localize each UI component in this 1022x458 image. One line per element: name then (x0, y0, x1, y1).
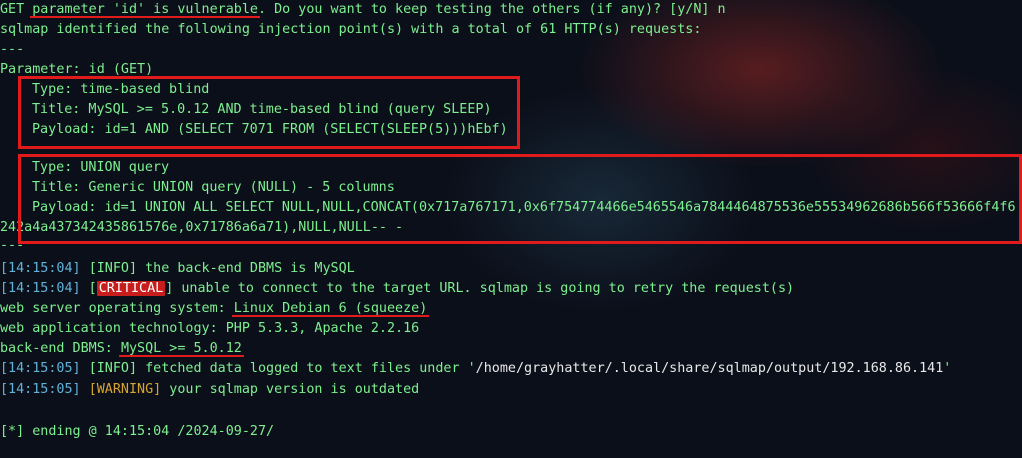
timestamp: [14:15:04] (0, 281, 81, 296)
tech-line: web application technology: PHP 5.3.3, A… (0, 321, 420, 336)
timestamp: [14:15:05] (0, 361, 81, 376)
log-line: [14:15:05] [INFO] fetched data logged to… (0, 359, 951, 379)
separator: --- (0, 42, 25, 57)
log-message: your sqlmap version is outdated (161, 382, 420, 397)
os-label: web server operating system: (0, 301, 234, 316)
log-message: unable to connect to the target URL. sql… (173, 281, 795, 296)
prompt-question: . Do you want to keep testing the others… (257, 2, 726, 17)
log-message: fetched data logged to text files under … (137, 361, 476, 376)
time-based-type: Type: time-based blind (32, 82, 210, 97)
time-based-title: Title: MySQL >= 5.0.12 AND time-based bl… (32, 102, 492, 117)
critical-tag: CRITICAL (96, 281, 166, 296)
parameter-heading: Parameter: id (GET) (0, 62, 154, 77)
dbms-highlight: MySQL >= 5.0.12 (120, 341, 242, 356)
dbms-label: back-end DBMS: (0, 341, 121, 356)
warning-tag: [WARNING] (88, 382, 162, 397)
log-line: [14:15:04] [INFO] the back-end DBMS is M… (0, 259, 355, 279)
log-message: the back-end DBMS is MySQL (137, 261, 355, 276)
time-based-payload: Payload: id=1 AND (SELECT 7071 FROM (SEL… (32, 122, 508, 137)
log-line: [14:15:04] [CRITICAL] unable to connect … (0, 281, 795, 296)
timestamp: [14:15:04] (0, 261, 81, 276)
union-type: Type: UNION query (32, 160, 170, 175)
prompt-line: GET parameter 'id' is vulnerable. Do you… (0, 0, 726, 20)
info-tag: [INFO] (88, 361, 138, 376)
text-get: GET (0, 2, 33, 17)
ending-line: [*] ending @ 14:15:04 /2024-09-27/ (0, 424, 275, 439)
dbms-line: back-end DBMS: MySQL >= 5.0.12 (0, 339, 242, 359)
quote-end: ' (943, 361, 952, 376)
log-line: [14:15:05] [WARNING] your sqlmap version… (0, 380, 419, 400)
os-highlight: Linux Debian 6 (squeeze) (233, 301, 428, 316)
output-path: /home/grayhatter/.local/share/sqlmap/out… (475, 361, 944, 376)
os-line: web server operating system: Linux Debia… (0, 299, 427, 319)
timestamp: [14:15:05] (0, 382, 81, 397)
injection-summary: sqlmap identified the following injectio… (0, 22, 702, 37)
vulnerable-param-highlight: parameter 'id' is vulnerable (32, 2, 258, 17)
union-title: Title: Generic UNION query (NULL) - 5 co… (32, 180, 395, 195)
union-payload-continuation: 242a4a437342435861576e,0x71786a6a71),NUL… (0, 220, 404, 235)
terminal-window[interactable]: GET parameter 'id' is vulnerable. Do you… (0, 0, 1022, 458)
separator-end: --- (0, 238, 25, 253)
union-payload: Payload: id=1 UNION ALL SELECT NULL,NULL… (32, 200, 1016, 215)
info-tag: [INFO] (88, 261, 138, 276)
